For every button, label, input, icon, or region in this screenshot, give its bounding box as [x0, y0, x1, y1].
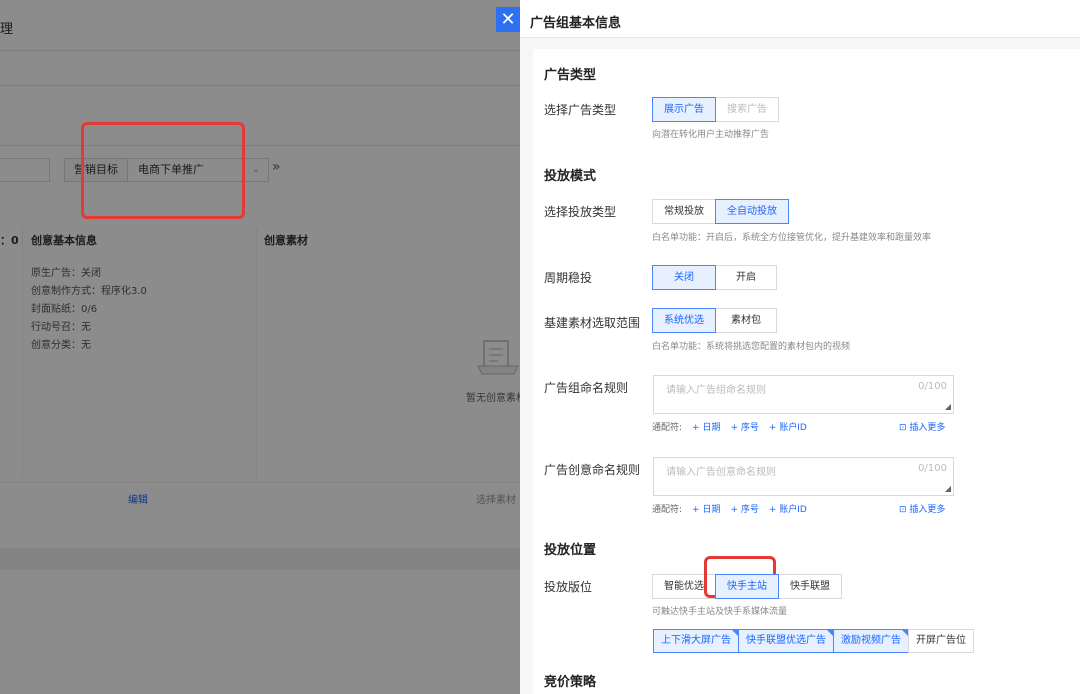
drawer-header: 广告组基本信息: [520, 0, 1080, 38]
macro-account[interactable]: + 账户ID: [769, 420, 807, 433]
material-group: 系统优选 素材包: [652, 308, 777, 333]
placement-group: 智能优选 快手主站 快手联盟: [652, 574, 842, 599]
section-title-ad-type: 广告类型: [544, 68, 597, 83]
resize-handle-icon[interactable]: ◢: [945, 484, 951, 493]
mode-label: 选择投放类型: [544, 205, 617, 219]
creative-name-label: 广告创意命名规则: [544, 463, 641, 477]
mode-option-auto[interactable]: 全自动投放: [715, 199, 789, 224]
macro-date[interactable]: + 日期: [692, 420, 720, 433]
material-label: 基建素材选取范围: [544, 316, 641, 330]
tag-vertical-screen[interactable]: 上下滑大屏广告: [653, 629, 739, 653]
insert-icon: ⊡: [899, 505, 910, 515]
tag-rewarded-video[interactable]: 激励视频广告: [833, 629, 909, 653]
creative-name-placeholder: 请输入广告创意命名规则: [666, 467, 776, 478]
group-name-macros: 通配符: + 日期 + 序号 + 账户ID: [652, 420, 807, 433]
settings-card: 广告类型 选择广告类型 展示广告 搜索广告 向潜在转化用户主动推荐广告 投放模式…: [533, 49, 1080, 694]
mode-group: 常规投放 全自动投放: [652, 199, 789, 224]
section-title-bidding: 竞价策略: [544, 675, 597, 690]
macro-date[interactable]: + 日期: [692, 502, 720, 515]
macro-label: 通配符:: [652, 423, 683, 433]
ad-type-option-display[interactable]: 展示广告: [652, 97, 716, 122]
insert-icon: ⊡: [899, 423, 910, 433]
ad-type-option-search[interactable]: 搜索广告: [715, 97, 779, 122]
close-icon[interactable]: ✕: [496, 7, 520, 32]
cycle-option-off[interactable]: 关闭: [652, 265, 716, 290]
ad-group-drawer: 广告组基本信息 广告类型 选择广告类型 展示广告 搜索广告 向潜在转化用户主动推…: [520, 0, 1080, 694]
placement-option-main[interactable]: 快手主站: [715, 574, 779, 599]
placement-label: 投放版位: [544, 580, 593, 594]
material-option-system[interactable]: 系统优选: [652, 308, 716, 333]
resize-handle-icon[interactable]: ◢: [945, 402, 951, 411]
cycle-option-on[interactable]: 开启: [715, 265, 777, 290]
section-title-placement: 投放位置: [544, 543, 597, 558]
placement-tags: 上下滑大屏广告 快手联盟优选广告 激励视频广告 开屏广告位: [653, 629, 974, 653]
group-name-label: 广告组命名规则: [544, 381, 629, 395]
placement-hint: 可触达快手主站及快手系媒体流量: [652, 607, 788, 617]
insert-more-button[interactable]: ⊡ 插入更多: [899, 502, 945, 515]
macro-seq[interactable]: + 序号: [730, 502, 758, 515]
ad-type-label: 选择广告类型: [544, 103, 617, 117]
material-option-pack[interactable]: 素材包: [715, 308, 777, 333]
mode-option-regular[interactable]: 常规投放: [652, 199, 716, 224]
cycle-label: 周期稳投: [544, 271, 593, 285]
group-name-placeholder: 请输入广告组命名规则: [666, 385, 766, 396]
placement-option-union[interactable]: 快手联盟: [778, 574, 842, 599]
tag-splash[interactable]: 开屏广告位: [908, 629, 974, 653]
tag-union-preferred[interactable]: 快手联盟优选广告: [738, 629, 834, 653]
ad-type-group: 展示广告 搜索广告: [652, 97, 779, 122]
mode-hint: 白名单功能：开启后，系统全方位接管优化，提升基建效率和跑量效率: [652, 233, 932, 243]
creative-name-count: 0/100: [918, 463, 947, 474]
cycle-group: 关闭 开启: [652, 265, 777, 290]
creative-name-textarea[interactable]: 请输入广告创意命名规则 0/100 ◢: [653, 457, 954, 496]
insert-more-button[interactable]: ⊡ 插入更多: [899, 420, 945, 433]
macro-seq[interactable]: + 序号: [730, 420, 758, 433]
group-name-count: 0/100: [918, 381, 947, 392]
drawer-title: 广告组基本信息: [530, 16, 622, 31]
creative-name-macros: 通配符: + 日期 + 序号 + 账户ID: [652, 502, 807, 515]
ad-type-hint: 向潜在转化用户主动推荐广告: [652, 130, 770, 140]
macro-label: 通配符:: [652, 505, 683, 515]
modal-mask[interactable]: [0, 0, 520, 694]
section-title-mode: 投放模式: [544, 169, 597, 184]
group-name-textarea[interactable]: 请输入广告组命名规则 0/100 ◢: [653, 375, 954, 414]
material-hint: 白名单功能：系统将挑选您配置的素材包内的视频: [652, 342, 851, 352]
highlight-box: [81, 122, 245, 219]
insert-more-label: 插入更多: [909, 423, 946, 433]
macro-account[interactable]: + 账户ID: [769, 502, 807, 515]
insert-more-label: 插入更多: [909, 505, 946, 515]
